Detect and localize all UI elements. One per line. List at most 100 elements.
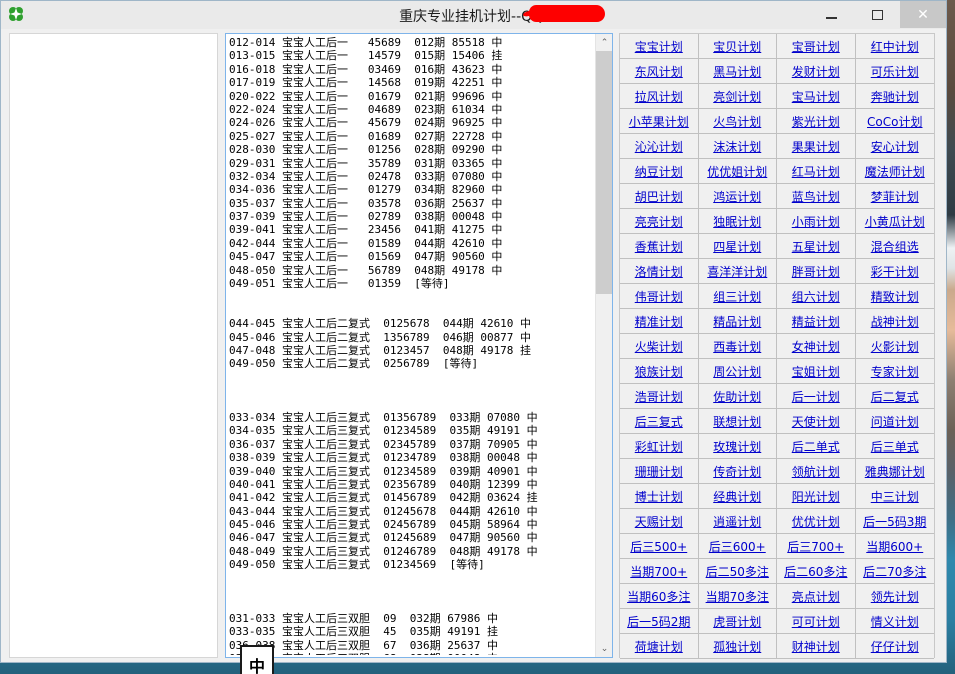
plan-link[interactable]: 优优计划 <box>792 513 840 530</box>
plan-link[interactable]: 沫沫计划 <box>713 138 761 155</box>
plan-button-cell[interactable]: 香蕉计划 <box>620 234 699 259</box>
scroll-up-icon[interactable]: ⌃ <box>596 34 613 51</box>
ime-indicator[interactable]: 中 <box>240 645 274 674</box>
plan-link[interactable]: 后三700+ <box>787 538 844 555</box>
plan-button-cell[interactable]: 后三复式 <box>620 409 699 434</box>
plan-link[interactable]: 梦菲计划 <box>871 188 919 205</box>
plan-button-cell[interactable]: 小雨计划 <box>777 209 856 234</box>
plan-link[interactable]: 荷塘计划 <box>635 638 683 655</box>
plan-link[interactable]: 后一5码2期 <box>627 613 690 630</box>
plan-link[interactable]: 亮点计划 <box>792 588 840 605</box>
plan-button-cell[interactable]: 伟哥计划 <box>620 284 699 309</box>
plan-button-cell[interactable]: 传奇计划 <box>699 459 778 484</box>
plan-button-cell[interactable]: 紫光计划 <box>777 109 856 134</box>
plan-link[interactable]: 组三计划 <box>713 288 761 305</box>
plan-button-cell[interactable]: 专家计划 <box>856 359 935 384</box>
plan-button-cell[interactable]: 周公计划 <box>699 359 778 384</box>
plan-button-cell[interactable]: 佐助计划 <box>699 384 778 409</box>
plan-link[interactable]: 天使计划 <box>792 413 840 430</box>
plan-link[interactable]: 紫光计划 <box>792 113 840 130</box>
plan-button-cell[interactable]: 后一计划 <box>777 384 856 409</box>
plan-button-cell[interactable]: 组三计划 <box>699 284 778 309</box>
plan-link[interactable]: 魔法师计划 <box>865 163 925 180</box>
plan-link[interactable]: 西毒计划 <box>713 338 761 355</box>
plan-link[interactable]: 周公计划 <box>713 363 761 380</box>
plan-link[interactable]: 情义计划 <box>871 613 919 630</box>
plan-button-cell[interactable]: 优优计划 <box>777 509 856 534</box>
plan-link[interactable]: 东风计划 <box>635 63 683 80</box>
plan-button-cell[interactable]: 五星计划 <box>777 234 856 259</box>
plan-button-cell[interactable]: 奔驰计划 <box>856 84 935 109</box>
plan-link[interactable]: 优优姐计划 <box>707 163 767 180</box>
plan-button-cell[interactable]: 后一5码3期 <box>856 509 935 534</box>
plan-link[interactable]: 香蕉计划 <box>635 238 683 255</box>
plan-link[interactable]: 经典计划 <box>713 488 761 505</box>
plan-link[interactable]: 四星计划 <box>713 238 761 255</box>
plan-button-cell[interactable]: 黑马计划 <box>699 59 778 84</box>
plan-link[interactable]: 后二70多注 <box>863 563 926 580</box>
plan-link[interactable]: 仔仔计划 <box>871 638 919 655</box>
plan-link[interactable]: 火影计划 <box>871 338 919 355</box>
plan-button-cell[interactable]: 精致计划 <box>856 284 935 309</box>
plan-button-cell[interactable]: 雅典娜计划 <box>856 459 935 484</box>
plan-button-cell[interactable]: 财神计划 <box>777 634 856 659</box>
plan-link[interactable]: 火鸟计划 <box>713 113 761 130</box>
plan-link[interactable]: 伟哥计划 <box>635 288 683 305</box>
plan-button-cell[interactable]: 彩虹计划 <box>620 434 699 459</box>
plan-button-cell[interactable]: 玫瑰计划 <box>699 434 778 459</box>
plan-link[interactable]: 沁沁计划 <box>635 138 683 155</box>
plan-link[interactable]: 孤独计划 <box>713 638 761 655</box>
plan-link[interactable]: 狼族计划 <box>635 363 683 380</box>
plan-button-cell[interactable]: 孤独计划 <box>699 634 778 659</box>
plan-link[interactable]: 安心计划 <box>871 138 919 155</box>
plan-link[interactable]: 后二复式 <box>871 388 919 405</box>
plan-button-cell[interactable]: 当期60多注 <box>620 584 699 609</box>
left-output-panel[interactable] <box>9 33 218 658</box>
plan-button-cell[interactable]: 沫沫计划 <box>699 134 778 159</box>
plan-link[interactable]: 小苹果计划 <box>629 113 689 130</box>
plan-link[interactable]: 宝马计划 <box>792 88 840 105</box>
plan-button-cell[interactable]: 可乐计划 <box>856 59 935 84</box>
plan-link[interactable]: 黑马计划 <box>713 63 761 80</box>
plan-link[interactable]: 鸿运计划 <box>713 188 761 205</box>
plan-link[interactable]: 后三600+ <box>709 538 766 555</box>
plan-button-cell[interactable]: 虎哥计划 <box>699 609 778 634</box>
plan-button-cell[interactable]: 领先计划 <box>856 584 935 609</box>
plan-button-cell[interactable]: 喜洋洋计划 <box>699 259 778 284</box>
plan-link[interactable]: 纳豆计划 <box>635 163 683 180</box>
plan-button-cell[interactable]: 亮剑计划 <box>699 84 778 109</box>
plan-link[interactable]: 五星计划 <box>792 238 840 255</box>
plan-button-cell[interactable]: 后二50多注 <box>699 559 778 584</box>
plan-link[interactable]: 胖哥计划 <box>792 263 840 280</box>
plan-button-cell[interactable]: 阳光计划 <box>777 484 856 509</box>
plan-link[interactable]: 阳光计划 <box>792 488 840 505</box>
plan-button-cell[interactable]: 宝哥计划 <box>777 34 856 59</box>
plan-button-cell[interactable]: 宝姐计划 <box>777 359 856 384</box>
scrollbar-thumb[interactable] <box>596 51 613 294</box>
plan-link[interactable]: 彩干计划 <box>871 263 919 280</box>
plan-button-cell[interactable]: 逍遥计划 <box>699 509 778 534</box>
plan-link[interactable]: 当期600+ <box>866 538 923 555</box>
plan-link[interactable]: 后二单式 <box>792 438 840 455</box>
plan-button-cell[interactable]: 梦菲计划 <box>856 184 935 209</box>
plan-link[interactable]: 宝姐计划 <box>792 363 840 380</box>
plan-button-cell[interactable]: 宝贝计划 <box>699 34 778 59</box>
plan-button-cell[interactable]: 天使计划 <box>777 409 856 434</box>
plan-link[interactable]: 博士计划 <box>635 488 683 505</box>
plan-button-cell[interactable]: 精益计划 <box>777 309 856 334</box>
plan-link[interactable]: 传奇计划 <box>713 463 761 480</box>
plan-button-cell[interactable]: 亮亮计划 <box>620 209 699 234</box>
plan-button-cell[interactable]: 情义计划 <box>856 609 935 634</box>
plan-button-cell[interactable]: 彩干计划 <box>856 259 935 284</box>
plan-button-cell[interactable]: 亮点计划 <box>777 584 856 609</box>
plan-button-cell[interactable]: 后三500+ <box>620 534 699 559</box>
plan-button-cell[interactable]: 后二复式 <box>856 384 935 409</box>
plan-button-cell[interactable]: 后二70多注 <box>856 559 935 584</box>
plan-link[interactable]: 天赐计划 <box>635 513 683 530</box>
plan-button-cell[interactable]: 宝马计划 <box>777 84 856 109</box>
plan-button-cell[interactable]: 经典计划 <box>699 484 778 509</box>
plan-button-cell[interactable]: 联想计划 <box>699 409 778 434</box>
plan-link[interactable]: 中三计划 <box>871 488 919 505</box>
plan-link[interactable]: 联想计划 <box>713 413 761 430</box>
plan-button-cell[interactable]: 胡巴计划 <box>620 184 699 209</box>
